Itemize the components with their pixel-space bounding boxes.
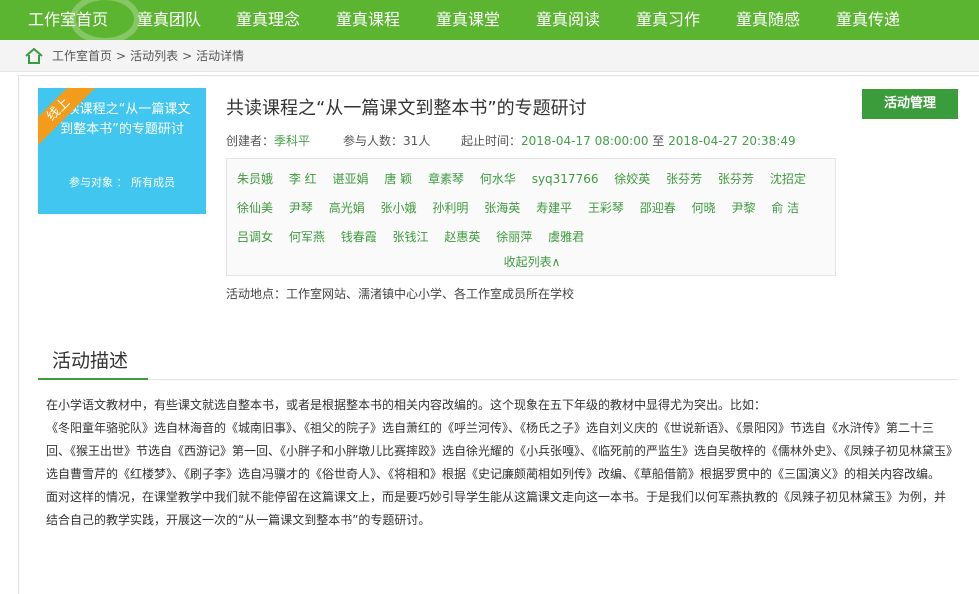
divider xyxy=(148,379,958,380)
member-name[interactable]: 徐仙美 xyxy=(237,201,273,215)
participants-info: 参与人数：31人 xyxy=(343,132,430,149)
member-name[interactable]: 张小娥 xyxy=(381,201,417,215)
description-body: 在小学语文教材中，有些课文就选自整本书，或者是根据整本书的相关内容改编的。这个现… xyxy=(46,394,952,532)
member-name[interactable]: 李 红 xyxy=(289,172,317,186)
breadcrumb-activity-detail: 活动详情 xyxy=(196,49,245,63)
end-time: 2018-04-27 20:38:49 xyxy=(668,134,796,148)
nav-item-courses[interactable]: 童真课程 xyxy=(336,0,400,40)
description-paragraph: 在小学语文教材中，有些课文就选自整本书，或者是根据整本书的相关内容改编的。这个现… xyxy=(46,398,767,412)
collapse-list-link[interactable]: 收起列表∧ xyxy=(227,253,837,270)
member-name[interactable]: syq317766 xyxy=(532,172,599,186)
member-name[interactable]: 寿建平 xyxy=(536,201,572,215)
member-name[interactable]: 何水华 xyxy=(480,172,516,186)
member-name[interactable]: 虞雅君 xyxy=(548,230,584,244)
member-name[interactable]: 张海英 xyxy=(484,201,520,215)
member-name[interactable]: 徐姣英 xyxy=(614,172,650,186)
cover-target: 参与对象 ： 所有成员 xyxy=(69,176,175,189)
creator-info: 创建者：季科平 xyxy=(226,132,310,149)
participants-count: 31人 xyxy=(403,134,431,148)
member-name[interactable]: 谌亚娟 xyxy=(333,172,369,186)
member-name[interactable]: 尹琴 xyxy=(289,201,313,215)
top-nav: 工作室首页 童真团队 童真理念 童真课程 童真课堂 童真阅读 童真习作 童真随感… xyxy=(0,0,979,44)
member-name[interactable]: 孙利明 xyxy=(432,201,468,215)
member-name[interactable]: 王彩琴 xyxy=(588,201,624,215)
activity-cover: 共读课程之“从一篇课文到整本书”的专题研讨 线上 参与对象 ： 所有成员 xyxy=(38,88,206,214)
activity-title: 共读课程之“从一篇课文到整本书”的专题研讨 xyxy=(226,98,587,119)
member-name[interactable]: 何晓 xyxy=(692,201,716,215)
member-name[interactable]: 徐丽萍 xyxy=(496,230,532,244)
breadcrumb: 工作室首页 > 活动列表 > 活动详情 xyxy=(0,40,979,72)
member-name[interactable]: 张芬芳 xyxy=(666,172,702,186)
breadcrumb-separator: > xyxy=(182,49,193,63)
member-name[interactable]: 高光娟 xyxy=(329,201,365,215)
time-separator: 至 xyxy=(652,134,665,148)
nav-item-essays[interactable]: 童真随感 xyxy=(736,0,800,40)
member-name[interactable]: 沈招定 xyxy=(770,172,806,186)
breadcrumb-separator: > xyxy=(116,49,127,63)
nav-item-team[interactable]: 童真团队 xyxy=(137,0,201,40)
member-name[interactable]: 张芬芳 xyxy=(718,172,754,186)
start-time: 2018-04-17 08:00:00 xyxy=(521,134,649,148)
nav-item-classroom[interactable]: 童真课堂 xyxy=(436,0,500,40)
member-name[interactable]: 章素琴 xyxy=(428,172,464,186)
description-heading-text: 活动描述 xyxy=(52,350,129,372)
creator-label: 创建者： xyxy=(226,134,275,148)
member-name[interactable]: 何军燕 xyxy=(289,230,325,244)
breadcrumb-home[interactable]: 工作室首页 xyxy=(52,49,112,63)
nav-item-home[interactable]: 工作室首页 xyxy=(28,0,108,40)
activity-location: 活动地点：工作室网站、濡渚镇中心小学、各工作室成员所在学校 xyxy=(226,287,575,301)
nav-item-transfer[interactable]: 童真传递 xyxy=(836,0,900,40)
member-name[interactable]: 唐 颖 xyxy=(384,172,412,186)
member-name[interactable]: 尹黎 xyxy=(731,201,755,215)
description-paragraph: 《冬阳童年骆驼队》选自林海音的《城南旧事》、《祖父的院子》选自萧红的《呼兰河传》… xyxy=(46,421,953,481)
time-info: 起止时间：2018-04-17 08:00:00 至 2018-04-27 20… xyxy=(461,132,796,149)
nav-item-reading[interactable]: 童真阅读 xyxy=(536,0,600,40)
member-list: 朱员娥 李 红 谌亚娟 唐 颖 章素琴 何水华 syq317766 徐姣英 张芬… xyxy=(226,158,836,276)
description-heading: 活动描述 xyxy=(38,346,148,380)
member-name[interactable]: 邵迎春 xyxy=(640,201,676,215)
time-label: 起止时间： xyxy=(461,134,522,148)
member-name[interactable]: 赵惠英 xyxy=(444,230,480,244)
nav-item-philosophy[interactable]: 童真理念 xyxy=(236,0,300,40)
member-names: 朱员娥 李 红 谌亚娟 唐 颖 章素琴 何水华 syq317766 徐姣英 张芬… xyxy=(237,165,827,252)
member-name[interactable]: 俞 洁 xyxy=(771,201,799,215)
member-name[interactable]: 吕调女 xyxy=(237,230,273,244)
activity-manage-button[interactable]: 活动管理 xyxy=(862,89,958,119)
description-paragraph: 面对这样的情况，在课堂教学中我们就不能停留在这篇课文上，而是要巧妙引导学生能从这… xyxy=(46,490,947,527)
member-name[interactable]: 张钱江 xyxy=(393,230,429,244)
nav-item-writing[interactable]: 童真习作 xyxy=(636,0,700,40)
breadcrumb-activity-list[interactable]: 活动列表 xyxy=(130,49,178,63)
participants-label: 参与人数： xyxy=(343,134,404,148)
home-icon[interactable] xyxy=(25,47,43,67)
member-name[interactable]: 朱员娥 xyxy=(237,172,273,186)
member-name[interactable]: 钱春霞 xyxy=(341,230,377,244)
creator-name[interactable]: 季科平 xyxy=(274,134,310,148)
